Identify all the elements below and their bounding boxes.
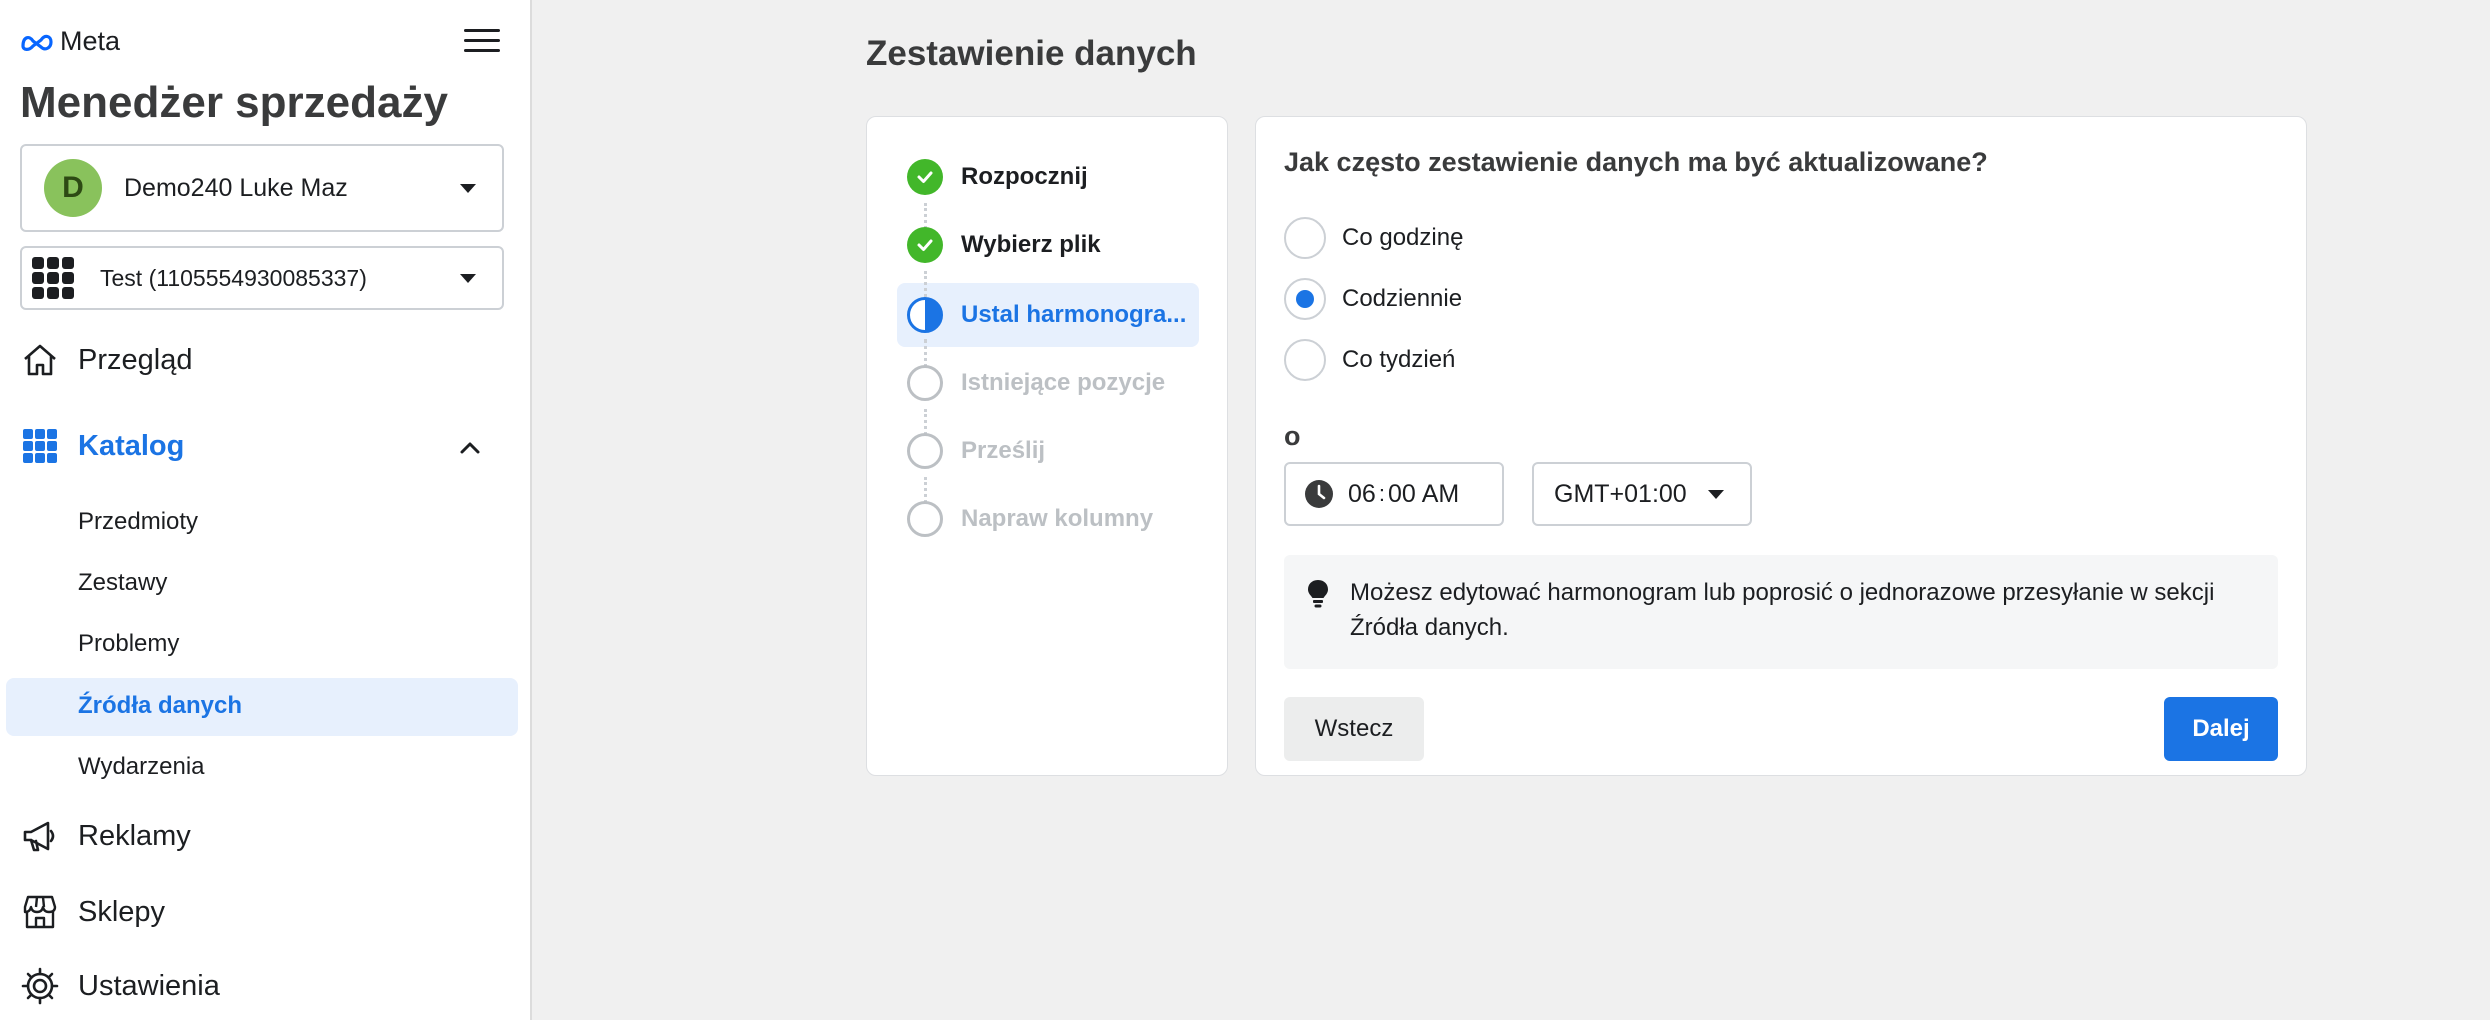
- nav-catalog-issues[interactable]: Problemy: [78, 630, 179, 658]
- nav-catalog-events[interactable]: Wydarzenia: [78, 753, 205, 781]
- page-title: Zestawienie danych: [866, 34, 1197, 73]
- schedule-form: Jak często zestawienie danych ma być akt…: [1255, 116, 2307, 776]
- check-circle-icon: [907, 227, 943, 263]
- caret-down-icon: [460, 274, 476, 283]
- nav-catalog-sets[interactable]: Zestawy: [78, 569, 167, 597]
- nav-shops-label: Sklepy: [78, 895, 166, 928]
- step-label: Prześlij: [961, 437, 1046, 464]
- app-title: Menedżer sprzedaży: [20, 78, 448, 127]
- option-weekly[interactable]: Co tydzień: [1284, 339, 1455, 381]
- empty-circle-icon: [907, 433, 943, 469]
- chevron-up-icon[interactable]: [458, 436, 482, 460]
- option-daily[interactable]: Codziennie: [1284, 278, 1462, 320]
- avatar: D: [44, 159, 102, 217]
- step-choose-file[interactable]: Wybierz plik: [907, 227, 1101, 263]
- catalog-selector[interactable]: Test (1105554930085337): [20, 246, 504, 310]
- step-label: Wybierz plik: [961, 231, 1101, 258]
- step-start[interactable]: Rozpocznij: [907, 159, 1088, 195]
- sidebar: Meta Menedżer sprzedaży D Demo240 Luke M…: [0, 0, 532, 1020]
- step-fix-columns: Napraw kolumny: [907, 501, 1153, 537]
- timezone-value: GMT+01:00: [1554, 479, 1687, 508]
- nav-ads[interactable]: Reklamy: [20, 816, 191, 856]
- nav-settings-label: Ustawienia: [78, 969, 220, 1002]
- option-label: Co tydzień: [1342, 346, 1456, 373]
- step-upload: Prześlij: [907, 433, 1045, 469]
- nav-catalog-data-sources[interactable]: Źródła danych: [78, 692, 242, 720]
- at-label: o: [1284, 421, 1301, 451]
- home-icon: [20, 340, 60, 380]
- radio-button[interactable]: [1284, 217, 1326, 259]
- radio-button-selected[interactable]: [1284, 278, 1326, 320]
- account-selector[interactable]: D Demo240 Luke Maz: [20, 144, 504, 232]
- timezone-select[interactable]: GMT+01:00: [1532, 462, 1752, 526]
- option-label: Codziennie: [1342, 285, 1463, 312]
- meta-logo[interactable]: Meta: [20, 26, 120, 57]
- time-input[interactable]: 06 : 00 AM: [1284, 462, 1504, 526]
- nav-catalog[interactable]: Katalog: [20, 426, 184, 466]
- caret-down-icon: [460, 184, 476, 193]
- account-name: Demo240 Luke Maz: [124, 173, 348, 202]
- menu-icon[interactable]: [464, 24, 500, 58]
- half-circle-icon: [907, 297, 943, 333]
- nav-catalog-items[interactable]: Przedmioty: [78, 508, 198, 536]
- megaphone-icon: [20, 816, 60, 856]
- meta-infinity-icon: [21, 34, 53, 51]
- time-minute[interactable]: 00: [1388, 480, 1416, 509]
- radio-button[interactable]: [1284, 339, 1326, 381]
- step-schedule[interactable]: Ustal harmonogra...: [907, 297, 1186, 333]
- catalog-name: Test (1105554930085337): [100, 264, 367, 291]
- back-button[interactable]: Wstecz: [1284, 697, 1424, 761]
- check-circle-icon: [907, 159, 943, 195]
- frequency-question: Jak często zestawienie danych ma być akt…: [1284, 147, 1988, 177]
- steps-panel: Rozpocznij Wybierz plik Ustal harmonogra…: [866, 116, 1228, 776]
- catalog-grid-icon: [20, 426, 60, 466]
- empty-circle-icon: [907, 501, 943, 537]
- step-existing-items: Istniejące pozycje: [907, 365, 1165, 401]
- info-box: Możesz edytować harmonogram lub poprosić…: [1284, 555, 2278, 669]
- caret-down-icon: [1708, 490, 1724, 499]
- meta-logo-text: Meta: [60, 26, 121, 56]
- step-label: Istniejące pozycje: [961, 369, 1166, 396]
- time-ampm[interactable]: AM: [1422, 480, 1460, 509]
- nav-overview[interactable]: Przegląd: [20, 340, 192, 380]
- info-text: Możesz edytować harmonogram lub poprosić…: [1350, 579, 2215, 641]
- time-hour[interactable]: 06: [1348, 480, 1376, 509]
- nav-catalog-label: Katalog: [78, 429, 185, 462]
- empty-circle-icon: [907, 365, 943, 401]
- step-label: Napraw kolumny: [961, 505, 1154, 532]
- gear-icon: [20, 966, 60, 1006]
- option-hourly[interactable]: Co godzinę: [1284, 217, 1463, 259]
- time-separator: :: [1378, 481, 1385, 506]
- nav-ads-label: Reklamy: [78, 819, 191, 852]
- clock-icon: [1305, 480, 1333, 508]
- next-button[interactable]: Dalej: [2164, 697, 2278, 761]
- nav-overview-label: Przegląd: [78, 343, 193, 376]
- storefront-icon: [20, 892, 60, 932]
- catalog-grid-icon: [32, 257, 74, 299]
- step-label: Ustal harmonogra...: [961, 301, 1187, 328]
- nav-settings[interactable]: Ustawienia: [20, 966, 220, 1006]
- option-label: Co godzinę: [1342, 224, 1464, 251]
- step-label: Rozpocznij: [961, 163, 1088, 190]
- lightbulb-icon: [1308, 580, 1328, 608]
- nav-shops[interactable]: Sklepy: [20, 892, 165, 932]
